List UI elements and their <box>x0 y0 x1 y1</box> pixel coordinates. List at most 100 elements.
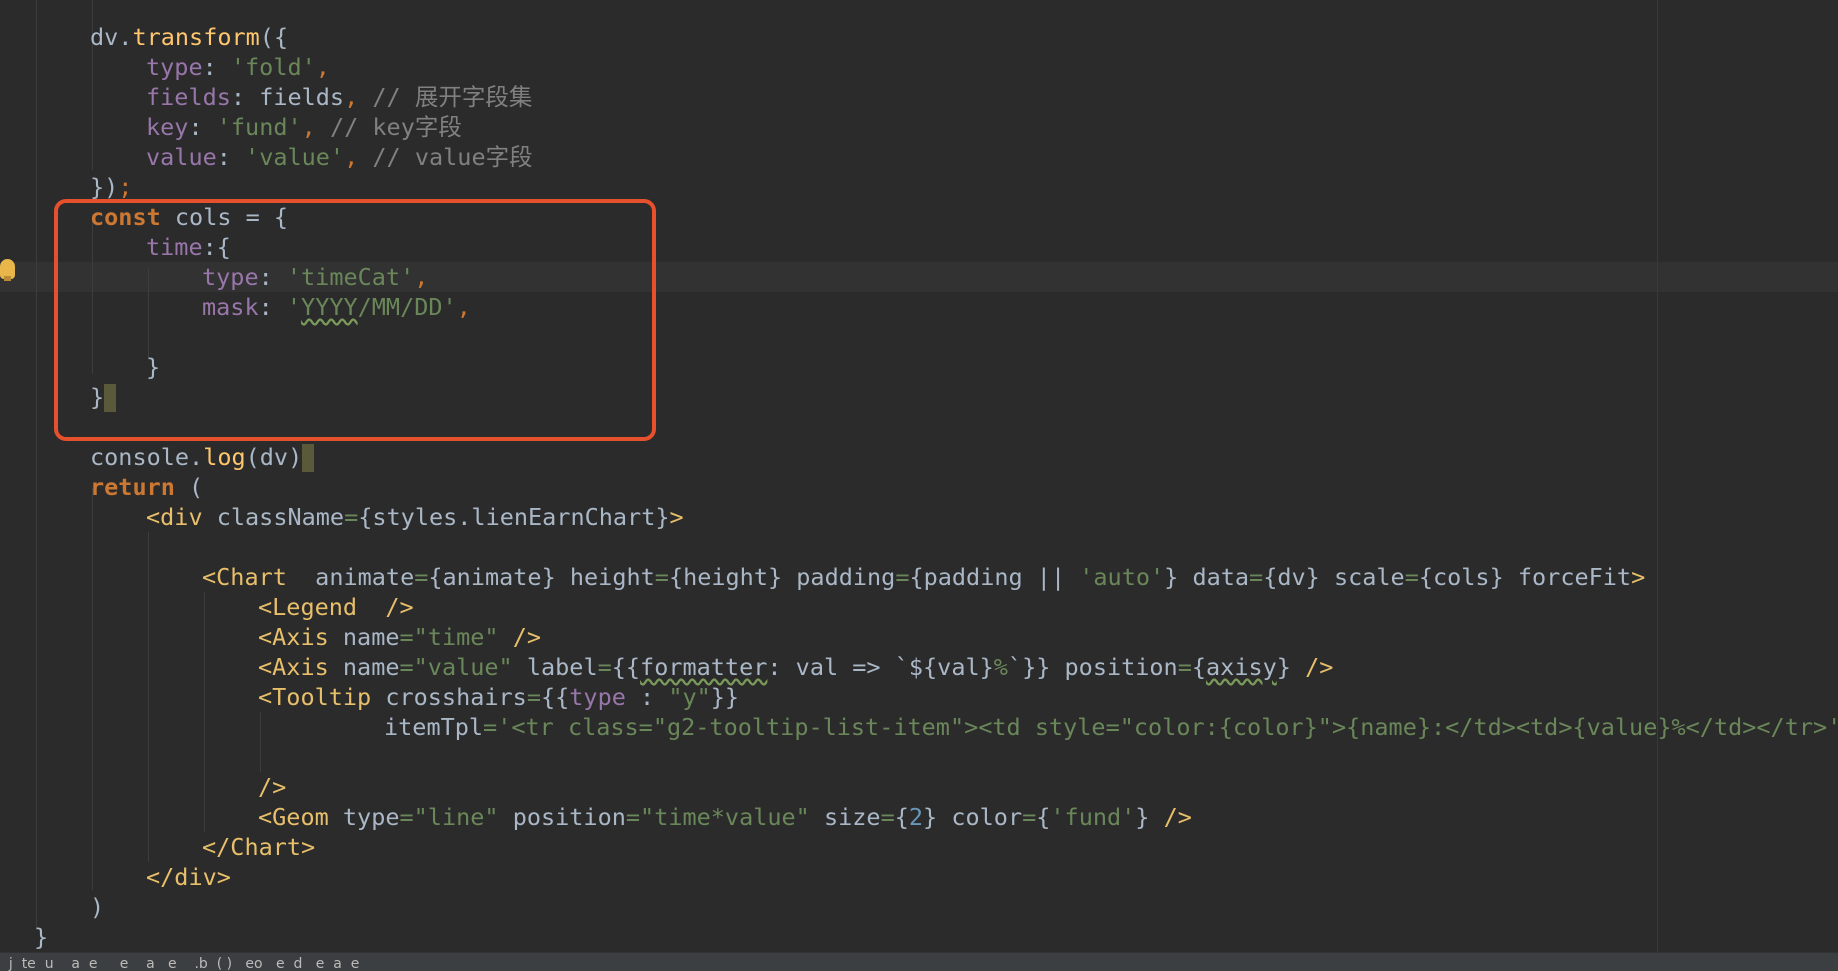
token-attr: className <box>202 503 345 531</box>
token-tag: /> <box>357 593 414 621</box>
token-attr: data <box>1178 563 1250 591</box>
token-expression: {padding || <box>909 563 1080 591</box>
token-expression: {dv} <box>1263 563 1320 591</box>
token-key: key <box>146 113 189 141</box>
token-expression: {{ <box>611 653 641 681</box>
token-object: dv. <box>90 23 133 51</box>
token-punct: } <box>90 383 105 411</box>
token-punct: }) <box>90 173 119 201</box>
token-attr: name <box>328 653 400 681</box>
token-tag: </Chart> <box>202 833 316 861</box>
token-expression: {cols} <box>1418 563 1504 591</box>
token-key: type <box>202 263 259 291</box>
token-tag: /> <box>1149 803 1192 831</box>
token-tag: <Legend <box>258 593 358 621</box>
token-number: 2 <box>908 803 924 831</box>
token-punct: :{ <box>202 233 231 261</box>
code-line-26: ) <box>90 892 104 922</box>
token-tag: </div> <box>146 863 231 891</box>
token-string: "time*value" <box>640 803 810 831</box>
token-expression: } <box>1164 563 1179 591</box>
token-tag: <Axis <box>258 623 329 651</box>
token-punct: } <box>34 923 49 951</box>
token-string: "value" <box>413 653 513 681</box>
token-key: type <box>146 53 203 81</box>
indent-guide <box>260 712 261 772</box>
token-punct: = <box>483 713 498 741</box>
lightbulb-icon[interactable] <box>0 259 15 281</box>
token-expression: } <box>1135 803 1150 831</box>
token-string: 'value' <box>245 143 345 171</box>
token-expression: : <box>625 683 669 711</box>
spell-warning: axisy <box>1206 653 1277 681</box>
token-string: 'auto' <box>1079 563 1165 591</box>
token-punct: ( <box>174 473 204 501</box>
bracket-match <box>302 444 315 472</box>
breadcrumb-bar: j te u a e e a e .b ( ) eo e d e a e <box>0 952 1838 971</box>
token-key: fields <box>146 83 231 111</box>
code-line-10: mask: 'YYYY/MM/DD', <box>202 292 471 322</box>
token-method: log <box>203 443 246 471</box>
token-string: ' <box>286 293 302 321</box>
token-tag: <Axis <box>258 653 329 681</box>
token-string: ' <box>442 293 457 321</box>
token-expression: {height} <box>668 563 783 591</box>
token-string: 'fund' <box>1050 803 1136 831</box>
token-attr: size <box>809 803 881 831</box>
code-line-6: }); <box>90 172 132 202</box>
token-attr: height <box>555 563 655 591</box>
token-attr: padding <box>782 563 896 591</box>
token-expression: } <box>923 803 938 831</box>
token-tag: /> <box>258 773 287 801</box>
token-punct: : <box>202 53 231 81</box>
token-comment: // 展开字段集 <box>372 83 533 111</box>
token-keyword: const <box>90 203 161 231</box>
token-comma: , <box>344 83 359 111</box>
token-attr: name <box>328 623 400 651</box>
token-comma: , <box>414 263 429 291</box>
token-string: 'fund' <box>216 113 302 141</box>
token-key: mask <box>202 293 259 321</box>
code-line-24: </Chart> <box>202 832 315 862</box>
token-expression: {{ <box>540 683 570 711</box>
token-punct: } <box>146 353 161 381</box>
token-attr: label <box>512 653 598 681</box>
token-comma: , <box>456 293 471 321</box>
right-margin-guide <box>1657 0 1658 952</box>
spell-warning: formatter <box>640 653 768 681</box>
token-tag: /> <box>498 623 541 651</box>
token-comment: // key字段 <box>329 113 462 141</box>
token-identifier: cols = { <box>160 203 289 231</box>
token-tag: <Geom <box>258 803 329 831</box>
token-key: value <box>146 143 217 171</box>
token-attr: scale <box>1319 563 1405 591</box>
token-comment: // value字段 <box>372 143 533 171</box>
token-punct: = <box>344 503 359 531</box>
token-attr: position <box>498 803 626 831</box>
token-attr: animate <box>286 563 415 591</box>
token-identifier: fields <box>259 83 345 111</box>
code-line-3: fields: fields, // 展开字段集 <box>146 82 532 112</box>
token-tag: <Chart <box>202 563 287 591</box>
code-editor[interactable]: dv.transform({ type: 'fold', fields: fie… <box>0 0 1838 952</box>
token-comma: , <box>344 143 359 171</box>
indent-guide <box>36 0 37 930</box>
code-line-23: <Geom type="line" position="time*value" … <box>258 803 1192 831</box>
token-expression: { <box>894 803 909 831</box>
text-cursor <box>104 384 117 412</box>
token-string: 'timeCat' <box>286 263 415 291</box>
token-key: time <box>146 233 203 261</box>
indent-guide <box>148 532 149 862</box>
token-punct: : <box>230 83 260 111</box>
indent-guide <box>204 592 205 832</box>
token-comma: , <box>315 53 330 81</box>
token-expression: } <box>1276 653 1291 681</box>
spell-warning: YYYY <box>301 293 358 321</box>
token-string: "line" <box>413 803 499 831</box>
code-line-7: const cols = { <box>90 202 288 232</box>
token-punct: : <box>258 263 287 291</box>
token-expression: `}} <box>1007 653 1051 681</box>
breadcrumb-text: j te u a e e a e .b ( ) eo e d e a e <box>0 956 360 971</box>
code-line-18: <Axis name="time" /> <box>258 623 541 651</box>
indent-guide <box>92 488 93 890</box>
